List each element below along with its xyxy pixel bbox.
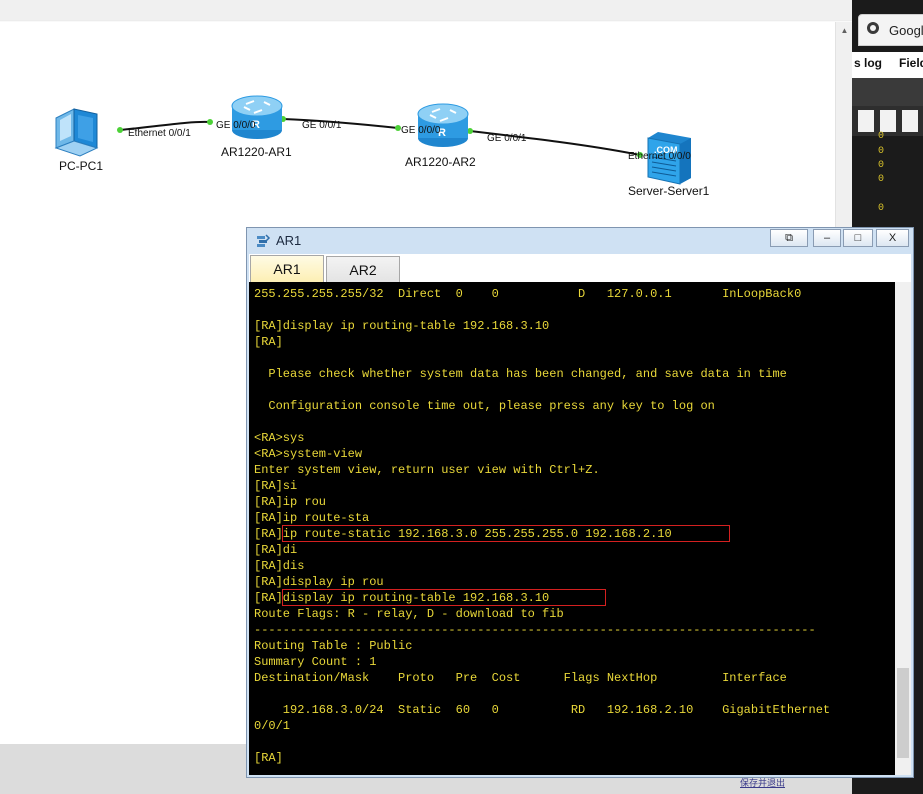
console-line: [RA]display ip routing-table 192.168.3.1… <box>254 319 550 333</box>
console-line: [RA]dis <box>254 559 305 573</box>
window-title: AR1 <box>276 233 302 248</box>
console-line: 0/0/1 <box>254 719 291 733</box>
port-label: Ethernet 0/0/1 <box>128 128 191 139</box>
console-line: ----------------------------------------… <box>254 623 816 637</box>
scrollbar-thumb[interactable] <box>897 668 909 758</box>
device-label-ar1: AR1220-AR1 <box>221 145 292 159</box>
log-value: 0 <box>878 146 885 157</box>
log-value: 0 <box>878 174 885 185</box>
top-toolbar-strip <box>0 0 852 21</box>
restore-icon[interactable]: ⧉ <box>770 229 808 247</box>
console-line: Destination/Mask Proto Pre Cost Flags Ne… <box>254 671 787 685</box>
window-titlebar[interactable]: AR1 ⧉ – □ X <box>247 228 913 254</box>
minimize-icon[interactable]: – <box>813 229 841 247</box>
console-line: Enter system view, return user view with… <box>254 463 600 477</box>
maximize-icon[interactable]: □ <box>843 229 873 247</box>
console-line: Routing Table : Public <box>254 639 413 653</box>
highlight-box-static-route <box>282 525 730 542</box>
console-line: [RA]di <box>254 543 298 557</box>
log-value: 0 <box>878 131 885 142</box>
tab-ar1[interactable]: AR1 <box>250 255 324 282</box>
browser-toolbar <box>852 78 923 106</box>
browser-cells <box>852 106 923 136</box>
port-status-dot <box>207 119 213 125</box>
console-line: [RA]ip rou <box>254 495 327 509</box>
console-line: Configuration console time out, please p… <box>254 399 715 413</box>
menu-item-log[interactable]: s log <box>854 56 882 70</box>
port-label: GE 0/0/1 <box>302 120 342 131</box>
console-line: 255.255.255.255/32 Direct 0 0 D 127.0.0.… <box>254 287 802 301</box>
console-line: <RA>system-view <box>254 447 363 461</box>
highlight-box-routing-table <box>282 589 606 606</box>
console-line: [RA] <box>254 751 283 765</box>
port-label: GE 0/0/1 <box>487 133 527 144</box>
port-label: GE 0/0/0 <box>216 120 256 131</box>
close-icon[interactable]: X <box>876 229 909 247</box>
device-label-server1: Server-Server1 <box>628 184 710 198</box>
console-line: [RA]ip route-sta <box>254 511 370 525</box>
log-value: 0 <box>878 203 885 214</box>
cell-block <box>880 110 896 132</box>
ar1-console-window: AR1 ⧉ – □ X AR1 AR2 255.255.255.255/32 D… <box>246 227 914 778</box>
console-line: Summary Count : 1 <box>254 655 377 669</box>
device-label-pc1: PC-PC1 <box>59 159 104 173</box>
menu-item-field[interactable]: Field <box>899 56 923 70</box>
log-value: 0 <box>878 160 885 171</box>
console-line: <RA>sys <box>254 431 305 445</box>
console-tabs: AR1 AR2 <box>249 254 911 282</box>
console-output[interactable]: 255.255.255.255/32 Direct 0 0 D 127.0.0.… <box>249 282 895 775</box>
browser-tab-title: Googl <box>889 23 923 38</box>
console-line: [RA] <box>254 335 283 349</box>
cell-block <box>858 110 874 132</box>
pc-icon[interactable] <box>54 108 99 157</box>
port-status-dot <box>117 127 123 133</box>
cell-block <box>902 110 918 132</box>
console-line: [RA]si <box>254 479 298 493</box>
console-line: Please check whether system data has bee… <box>254 367 787 381</box>
router-icon[interactable] <box>231 95 283 139</box>
scroll-up-icon[interactable]: ▲ <box>836 22 853 39</box>
console-scrollbar[interactable] <box>895 282 911 775</box>
device-label-ar2: AR1220-AR2 <box>405 155 476 169</box>
console-line: Route Flags: R - relay, D - download to … <box>254 607 564 621</box>
tab-ar2[interactable]: AR2 <box>326 256 400 282</box>
port-label: Ethernet 0/0/0 <box>628 151 691 162</box>
console-line: 192.168.3.0/24 Static 60 0 RD 192.168.2.… <box>254 703 831 717</box>
browser-menu: s log Field <box>852 52 923 78</box>
console-line: [RA]display ip rou <box>254 575 384 589</box>
port-label: GE 0/0/0 <box>401 125 441 136</box>
app-icon <box>257 234 271 247</box>
chrome-icon <box>867 22 879 34</box>
